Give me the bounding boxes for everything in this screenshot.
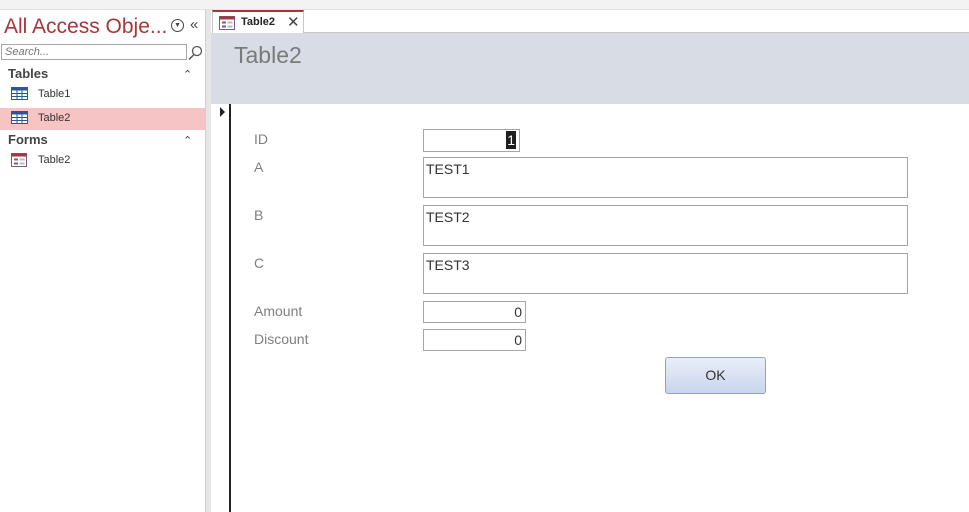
form-icon (219, 16, 235, 30)
close-tab-icon[interactable]: ✕ (287, 13, 300, 31)
field-label-amount: Amount (254, 303, 303, 319)
form-header: Table2 (211, 33, 969, 104)
tab-table2[interactable]: Table2 ✕ (212, 10, 304, 33)
nav-search-input[interactable] (1, 44, 187, 60)
nav-item-label: Table1 (38, 88, 71, 100)
collapse-tables-icon[interactable]: ⌃ (183, 68, 192, 81)
nav-menu-dropdown-icon[interactable]: ▼ (171, 19, 184, 32)
search-icon[interactable] (187, 45, 204, 61)
field-label-b: B (254, 207, 264, 223)
field-label-a: A (254, 159, 264, 175)
nav-pane-title[interactable]: All Access Obje... (4, 15, 167, 39)
group-header-forms[interactable]: Forms (8, 132, 48, 147)
a-field[interactable]: TEST1 (423, 157, 908, 198)
c-field[interactable]: TEST3 (423, 253, 908, 294)
field-label-id: ID (254, 131, 268, 147)
current-record-arrow-icon (220, 107, 225, 117)
table-icon (11, 87, 28, 100)
window-top-strip (0, 0, 969, 10)
discount-field[interactable]: 0 (423, 329, 526, 351)
form-icon (11, 153, 27, 167)
id-field[interactable]: 1 (423, 129, 520, 152)
b-field[interactable]: TEST2 (423, 205, 908, 246)
nav-collapse-icon[interactable]: « (190, 17, 198, 32)
field-label-c: C (254, 255, 265, 271)
field-label-discount: Discount (254, 331, 309, 347)
group-header-tables[interactable]: Tables (8, 66, 48, 81)
nav-item-label: Table2 (38, 154, 71, 166)
record-selector[interactable] (211, 104, 231, 512)
navigation-pane: All Access Obje... ▼ « Tables ⌃ Table1 T… (0, 10, 205, 512)
nav-item-table2[interactable]: Table2 (0, 108, 205, 130)
form-title: Table2 (234, 42, 302, 68)
collapse-forms-icon[interactable]: ⌃ (183, 134, 192, 147)
table-icon (11, 111, 28, 124)
amount-field[interactable]: 0 (423, 301, 526, 323)
nav-item-table1[interactable]: Table1 (0, 84, 205, 106)
id-value: 1 (506, 131, 516, 149)
ok-button[interactable]: OK (665, 357, 766, 394)
nav-item-label: Table2 (38, 112, 71, 124)
nav-item-form-table2[interactable]: Table2 (0, 150, 205, 172)
tab-label: Table2 (241, 16, 276, 28)
